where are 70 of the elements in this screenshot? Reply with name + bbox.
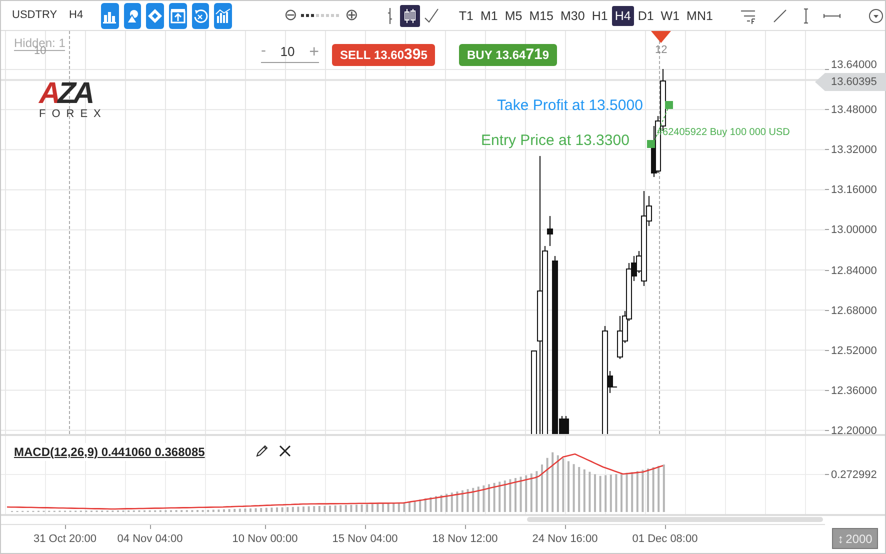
timeframe-tab[interactable]: H1 [588, 6, 611, 26]
time-axis-label: 01 Dec 08:00 [632, 532, 698, 547]
pencil-icon [255, 444, 269, 458]
entry-price-handle[interactable] [647, 140, 655, 148]
price-axis-label: 13.32000 [831, 143, 877, 158]
bar-chart-button[interactable] [101, 2, 119, 28]
entry-price-label: Entry Price at 13.3300 [481, 132, 630, 150]
timeframe-tab[interactable]: T1 [456, 6, 476, 26]
macd-label[interactable]: MACD(12,26,9) 0.441060 0.368085 [14, 443, 205, 461]
timeframe-tab[interactable]: M30 [558, 6, 588, 26]
dropdown-tool[interactable] [866, 6, 885, 24]
timeframe-tab[interactable]: W1 [658, 6, 683, 26]
macd-axis-label: 0.272992 [831, 468, 877, 483]
time-axis-label: 24 Nov 16:00 [532, 532, 598, 547]
current-price-tag: 13.60395 [815, 73, 886, 91]
timeframe-label: H4 [69, 8, 84, 24]
current-bar-label: 12 [655, 44, 668, 56]
timeframe-tab[interactable]: H4 [612, 6, 634, 26]
sell-button[interactable]: SELL 13.60395 [332, 44, 436, 66]
time-axis-label: 31 Oct 20:00 [34, 532, 96, 547]
shapes-button[interactable] [124, 2, 142, 28]
close-icon [278, 444, 292, 458]
time-axis-label: 18 Nov 12:00 [432, 532, 498, 547]
price-axis-label: 13.16000 [831, 183, 877, 198]
take-profit-handle[interactable] [665, 101, 673, 109]
price-axis-label: 12.84000 [831, 264, 877, 278]
vertical-line-icon [802, 8, 809, 24]
price-axis-label: 13.00000 [831, 223, 877, 238]
time-axis-label: 15 Nov 04:00 [332, 532, 398, 547]
horizontal-line-tool[interactable] [822, 12, 841, 18]
time-axis-label: 10 Nov 00:00 [232, 532, 298, 547]
lot-size-field[interactable]: - 10 + [261, 41, 319, 63]
upload-button[interactable] [168, 2, 187, 28]
line-chart-icon [424, 6, 440, 24]
zoom-out-button[interactable]: ⊖ [284, 4, 297, 28]
symbol-label: USDTRY [12, 8, 58, 24]
dropdown-icon [866, 6, 885, 24]
diamond-button[interactable] [146, 2, 164, 28]
current-bar-marker [651, 31, 671, 43]
time-axis-label: 04 Nov 04:00 [117, 532, 183, 547]
price-axis-label: 13.64000 [831, 58, 877, 73]
timeframe-tab[interactable]: M1 [477, 6, 501, 26]
price-axis-label: 12.36000 [831, 384, 877, 399]
edit-button[interactable] [255, 444, 269, 458]
logo-mark: AZA [39, 80, 92, 108]
logo-text: FOREX [39, 108, 107, 121]
zoom-in-button[interactable]: ⊕ [344, 4, 358, 28]
chart-type-button[interactable] [400, 4, 420, 26]
diamond-icon [147, 8, 164, 24]
close-button[interactable] [278, 444, 292, 458]
timeframe-tab[interactable]: M15 [526, 6, 557, 26]
price-axis-label: 12.52000 [831, 344, 877, 359]
take-profit-label: Take Profit at 13.5000 [497, 97, 643, 115]
timeframe-tab[interactable]: D1 [634, 6, 657, 26]
lot-size-value: 10 [280, 42, 295, 61]
price-axis-label: 12.20000 [831, 424, 877, 439]
scrollbar-thumb[interactable] [527, 517, 823, 522]
shapes-icon [124, 8, 141, 24]
price-axis-label: 12.68000 [831, 304, 877, 319]
candlestick-icon [402, 6, 418, 24]
timeframe-tab[interactable]: M5 [502, 6, 526, 26]
indicators-icon [215, 8, 232, 24]
refresh-icon [192, 8, 208, 24]
indicators-button[interactable] [214, 2, 232, 28]
timeframe-tab[interactable]: MN1 [684, 6, 716, 26]
refresh-button[interactable] [192, 2, 210, 28]
upload-icon [170, 8, 186, 24]
price-axis-label: 13.48000 [831, 103, 877, 118]
vertical-line-tool[interactable] [802, 8, 809, 24]
horizontal-line-icon [822, 12, 841, 18]
